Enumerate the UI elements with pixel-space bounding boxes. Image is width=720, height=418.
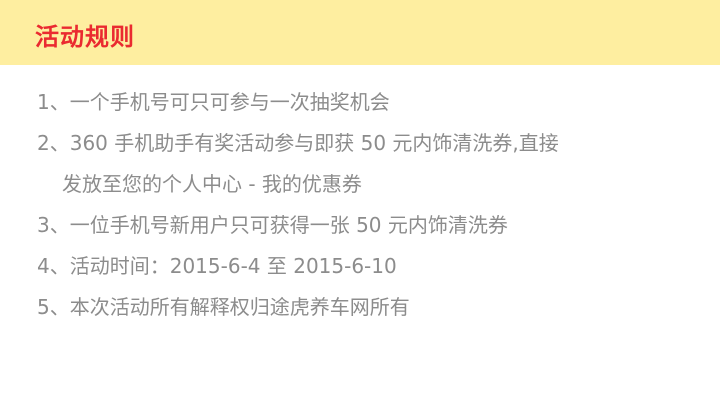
page-title: 活动规则	[35, 23, 135, 51]
rules-list: 1、一个手机号可只可参与一次抽奖机会 2、360 手机助手有奖活动参与即获 50…	[37, 82, 559, 328]
rule-item: 4、活动时间：2015-6-4 至 2015-6-10	[37, 254, 397, 278]
rule-item: 2、360 手机助手有奖活动参与即获 50 元内饰清洗券,直接	[37, 131, 559, 155]
rule-item-continuation: 发放至您的个人中心 - 我的优惠券	[62, 172, 362, 196]
rule-item: 1、一个手机号可只可参与一次抽奖机会	[37, 90, 390, 114]
header-banner: 活动规则	[0, 0, 720, 65]
rule-item: 5、本次活动所有解释权归途虎养车网所有	[37, 295, 410, 319]
rule-item: 3、一位手机号新用户只可获得一张 50 元内饰清洗券	[37, 213, 508, 237]
